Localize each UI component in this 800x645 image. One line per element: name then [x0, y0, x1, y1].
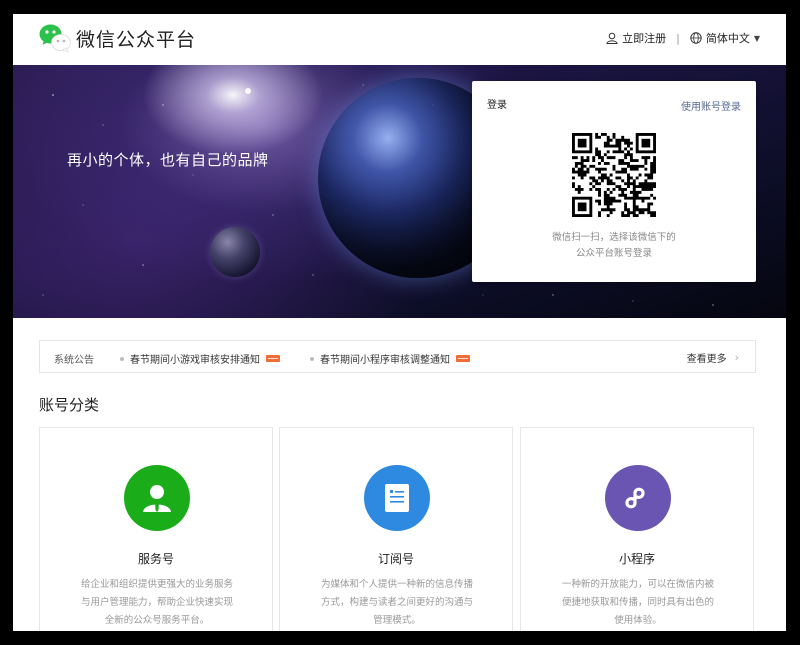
page: 微信公众平台 立即注册 | 简体中文 ▼ 再小的个体，也有自己的品牌 登录 使用… [13, 14, 786, 631]
desc-line: 给企业和组织提供更强大的业务服务 [80, 579, 233, 590]
desc-line: 方式，构建与读者之间更好的沟通与 [320, 597, 473, 608]
logo[interactable]: 微信公众平台 [39, 23, 196, 53]
language-selector[interactable]: 简体中文 ▼ [690, 30, 760, 46]
banner: 再小的个体，也有自己的品牌 登录 使用账号登录 微信扫一扫，选择该微信下的 公众… [13, 65, 786, 318]
desc-line: 使用体验。 [614, 615, 662, 626]
account-login-link[interactable]: 使用账号登录 [681, 98, 741, 113]
desc-line: 管理模式。 [373, 615, 421, 626]
header-separator: | [676, 31, 680, 45]
bullet-icon [120, 356, 124, 361]
card-subscription-account[interactable]: 订阅号 为媒体和个人提供一种新的信息传播 方式，构建与读者之间更好的沟通与 管理… [279, 427, 513, 631]
qr-tip-line2: 公众平台账号登录 [575, 248, 652, 259]
brand-title: 微信公众平台 [76, 28, 197, 51]
desc-line: 全新的公众号服务平台。 [104, 615, 210, 626]
header-actions: 立即注册 | 简体中文 ▼ [606, 30, 760, 46]
wechat-logo-icon [39, 23, 71, 53]
login-title: 登录 [487, 100, 507, 111]
desc-line: 为媒体和个人提供一种新的信息传播 [320, 579, 473, 590]
qr-tip: 微信扫一扫，选择该微信下的 公众平台账号登录 [472, 230, 756, 262]
card-title: 订阅号 [377, 552, 414, 566]
notice-label: 系统公告 [54, 355, 94, 366]
link-icon [625, 487, 645, 509]
language-label: 简体中文 [705, 32, 750, 45]
card-service-account[interactable]: 服务号 给企业和组织提供更强大的业务服务 与用户管理能力，帮助企业快速实现 全新… [39, 427, 273, 631]
desc-line: 便捷地获取和传播，同时具有出色的 [561, 597, 714, 608]
register-link[interactable]: 立即注册 [606, 30, 666, 46]
bullet-icon [310, 356, 314, 361]
globe-icon [690, 32, 702, 44]
card-title: 小程序 [618, 552, 655, 566]
system-notice-bar: 系统公告 春节期间小游戏审核安排通知 春节期间小程序审核调整通知 查看更多 › [39, 340, 756, 373]
new-badge-icon [456, 355, 470, 362]
card-icon-circle [124, 465, 190, 531]
notice-item-text: 春节期间小游戏审核安排通知 [130, 355, 260, 366]
card-title: 服务号 [137, 552, 174, 566]
chevron-right-icon: › [734, 351, 739, 364]
caret-down-icon: ▼ [753, 33, 760, 43]
desc-line: 与用户管理能力，帮助企业快速实现 [80, 597, 233, 608]
login-panel: 登录 使用账号登录 微信扫一扫，选择该微信下的 公众平台账号登录 [472, 81, 756, 282]
document-icon [385, 484, 409, 512]
user-icon [606, 32, 618, 44]
notice-item-text: 春节期间小程序审核调整通知 [320, 355, 450, 366]
card-description: 为媒体和个人提供一种新的信息传播 方式，构建与读者之间更好的沟通与 管理模式。 [306, 576, 488, 630]
user-icon [143, 485, 171, 512]
card-icon-circle [364, 465, 430, 531]
new-badge-icon [266, 355, 280, 362]
view-more-label: 查看更多 [686, 354, 727, 365]
header: 微信公众平台 立即注册 | 简体中文 ▼ [13, 14, 786, 65]
planet-small [210, 227, 260, 277]
card-mini-program[interactable]: 小程序 一种新的开放能力，可以在微信内被 便捷地获取和传播，同时具有出色的 使用… [520, 427, 754, 631]
card-icon-circle [605, 465, 671, 531]
notice-item[interactable]: 春节期间小程序审核调整通知 [310, 351, 470, 366]
card-description: 一种新的开放能力，可以在微信内被 便捷地获取和传播，同时具有出色的 使用体验。 [547, 576, 729, 630]
notice-item[interactable]: 春节期间小游戏审核安排通知 [120, 351, 280, 366]
desc-line: 一种新的开放能力，可以在微信内被 [561, 579, 714, 590]
register-label: 立即注册 [622, 32, 667, 45]
banner-slogan: 再小的个体，也有自己的品牌 [67, 151, 269, 169]
section-title: 账号分类 [39, 396, 100, 414]
card-description: 给企业和组织提供更强大的业务服务 与用户管理能力，帮助企业快速实现 全新的公众号… [66, 576, 248, 630]
login-qr-code[interactable] [572, 133, 656, 217]
qr-tip-line1: 微信扫一扫，选择该微信下的 [552, 232, 676, 243]
view-more-link[interactable]: 查看更多 › [687, 350, 739, 365]
